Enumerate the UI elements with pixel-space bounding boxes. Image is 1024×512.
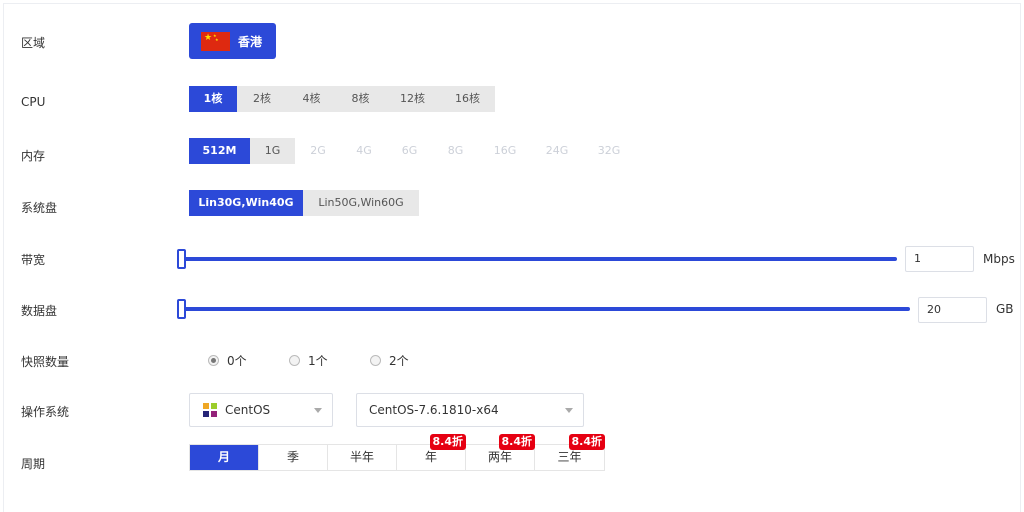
period-options: 月 季 半年 年 8.4折 两年 8.4折 三年 8.4折: [189, 434, 605, 471]
memory-option[interactable]: 512M: [189, 138, 250, 164]
system-disk-option[interactable]: Lin30G,Win40G: [189, 190, 303, 216]
period-option-label: 两年: [487, 450, 512, 464]
period-option-label: 季: [286, 450, 299, 464]
data-disk-slider-handle[interactable]: [177, 299, 186, 319]
period-option-quarter[interactable]: 季: [259, 445, 328, 470]
data-disk-input[interactable]: 20: [918, 297, 987, 323]
period-option-label: 半年: [349, 450, 374, 464]
period-option-year[interactable]: 年 8.4折: [397, 434, 466, 470]
os-version-value: CentOS-7.6.1810-x64: [369, 403, 499, 417]
snapshot-option-label: 2个: [389, 354, 409, 368]
os-version-select[interactable]: CentOS-7.6.1810-x64: [356, 393, 584, 427]
cpu-option[interactable]: 1核: [189, 86, 237, 112]
system-disk-options: Lin30G,Win40G Lin50G,Win60G: [189, 190, 419, 216]
system-disk-label: 系统盘: [21, 201, 58, 215]
snapshot-radio[interactable]: 1个: [289, 352, 328, 369]
memory-option[interactable]: 1G: [250, 138, 295, 164]
os-type-select[interactable]: CentOS: [189, 393, 333, 427]
memory-option-disabled: 4G: [356, 144, 372, 157]
period-option-month[interactable]: 月: [190, 445, 259, 470]
chevron-down-icon: [565, 408, 573, 413]
os-label: 操作系统: [21, 405, 70, 419]
data-disk-slider-track[interactable]: [182, 307, 910, 311]
cpu-option[interactable]: 4核: [287, 86, 336, 112]
centos-logo-icon: [202, 402, 218, 418]
discount-badge: 8.4折: [498, 434, 535, 450]
period-option-label: 年: [424, 450, 437, 464]
period-option-label: 三年: [557, 450, 582, 464]
china-flag-icon: ★ ★ ★: [201, 31, 230, 51]
cpu-options: 1核 2核 4核 8核 12核 16核: [189, 86, 495, 112]
snapshot-option-label: 0个: [227, 354, 247, 368]
cpu-option[interactable]: 16核: [440, 86, 495, 112]
data-disk-unit: GB: [996, 302, 1014, 316]
snapshot-option-label: 1个: [308, 354, 328, 368]
memory-option-disabled: 2G: [310, 144, 326, 157]
discount-badge: 8.4折: [429, 434, 466, 450]
cpu-label: CPU: [21, 95, 46, 109]
cpu-option[interactable]: 2核: [237, 86, 287, 112]
snapshots-label: 快照数量: [21, 355, 70, 369]
discount-badge: 8.4折: [568, 434, 605, 450]
radio-checked-icon: [208, 355, 219, 366]
period-option-two-years[interactable]: 两年 8.4折: [466, 434, 535, 470]
memory-option-disabled: 24G: [545, 144, 569, 157]
memory-option-disabled: 32G: [597, 144, 621, 157]
radio-unchecked-icon: [289, 355, 300, 366]
radio-unchecked-icon: [370, 355, 381, 366]
period-option-label: 月: [217, 450, 230, 464]
memory-options: 512M 1G 2G 4G 6G 8G 16G 24G 32G: [189, 138, 635, 164]
region-hongkong-button[interactable]: ★ ★ ★ 香港: [189, 23, 276, 59]
memory-option-disabled: 16G: [493, 144, 517, 157]
snapshot-radio[interactable]: 0个: [208, 352, 247, 369]
memory-option-disabled: 8G: [447, 144, 464, 157]
os-type-value: CentOS: [225, 403, 271, 417]
region-name: 香港: [238, 34, 263, 49]
bandwidth-slider-track[interactable]: [182, 257, 897, 261]
period-option-half-year[interactable]: 半年: [328, 445, 397, 470]
system-disk-option[interactable]: Lin50G,Win60G: [303, 190, 419, 216]
bandwidth-label: 带宽: [21, 253, 46, 267]
memory-label: 内存: [21, 149, 46, 163]
period-option-three-years[interactable]: 三年 8.4折: [535, 434, 605, 470]
bandwidth-input[interactable]: 1: [905, 246, 974, 272]
bandwidth-slider-handle[interactable]: [177, 249, 186, 269]
chevron-down-icon: [314, 408, 322, 413]
cpu-option[interactable]: 12核: [385, 86, 440, 112]
cpu-option[interactable]: 8核: [336, 86, 385, 112]
region-label: 区域: [21, 36, 46, 50]
period-label: 周期: [21, 457, 46, 471]
snapshot-radio[interactable]: 2个: [370, 352, 409, 369]
memory-option-disabled: 6G: [401, 144, 418, 157]
data-disk-label: 数据盘: [21, 304, 58, 318]
bandwidth-unit: Mbps: [983, 252, 1015, 266]
